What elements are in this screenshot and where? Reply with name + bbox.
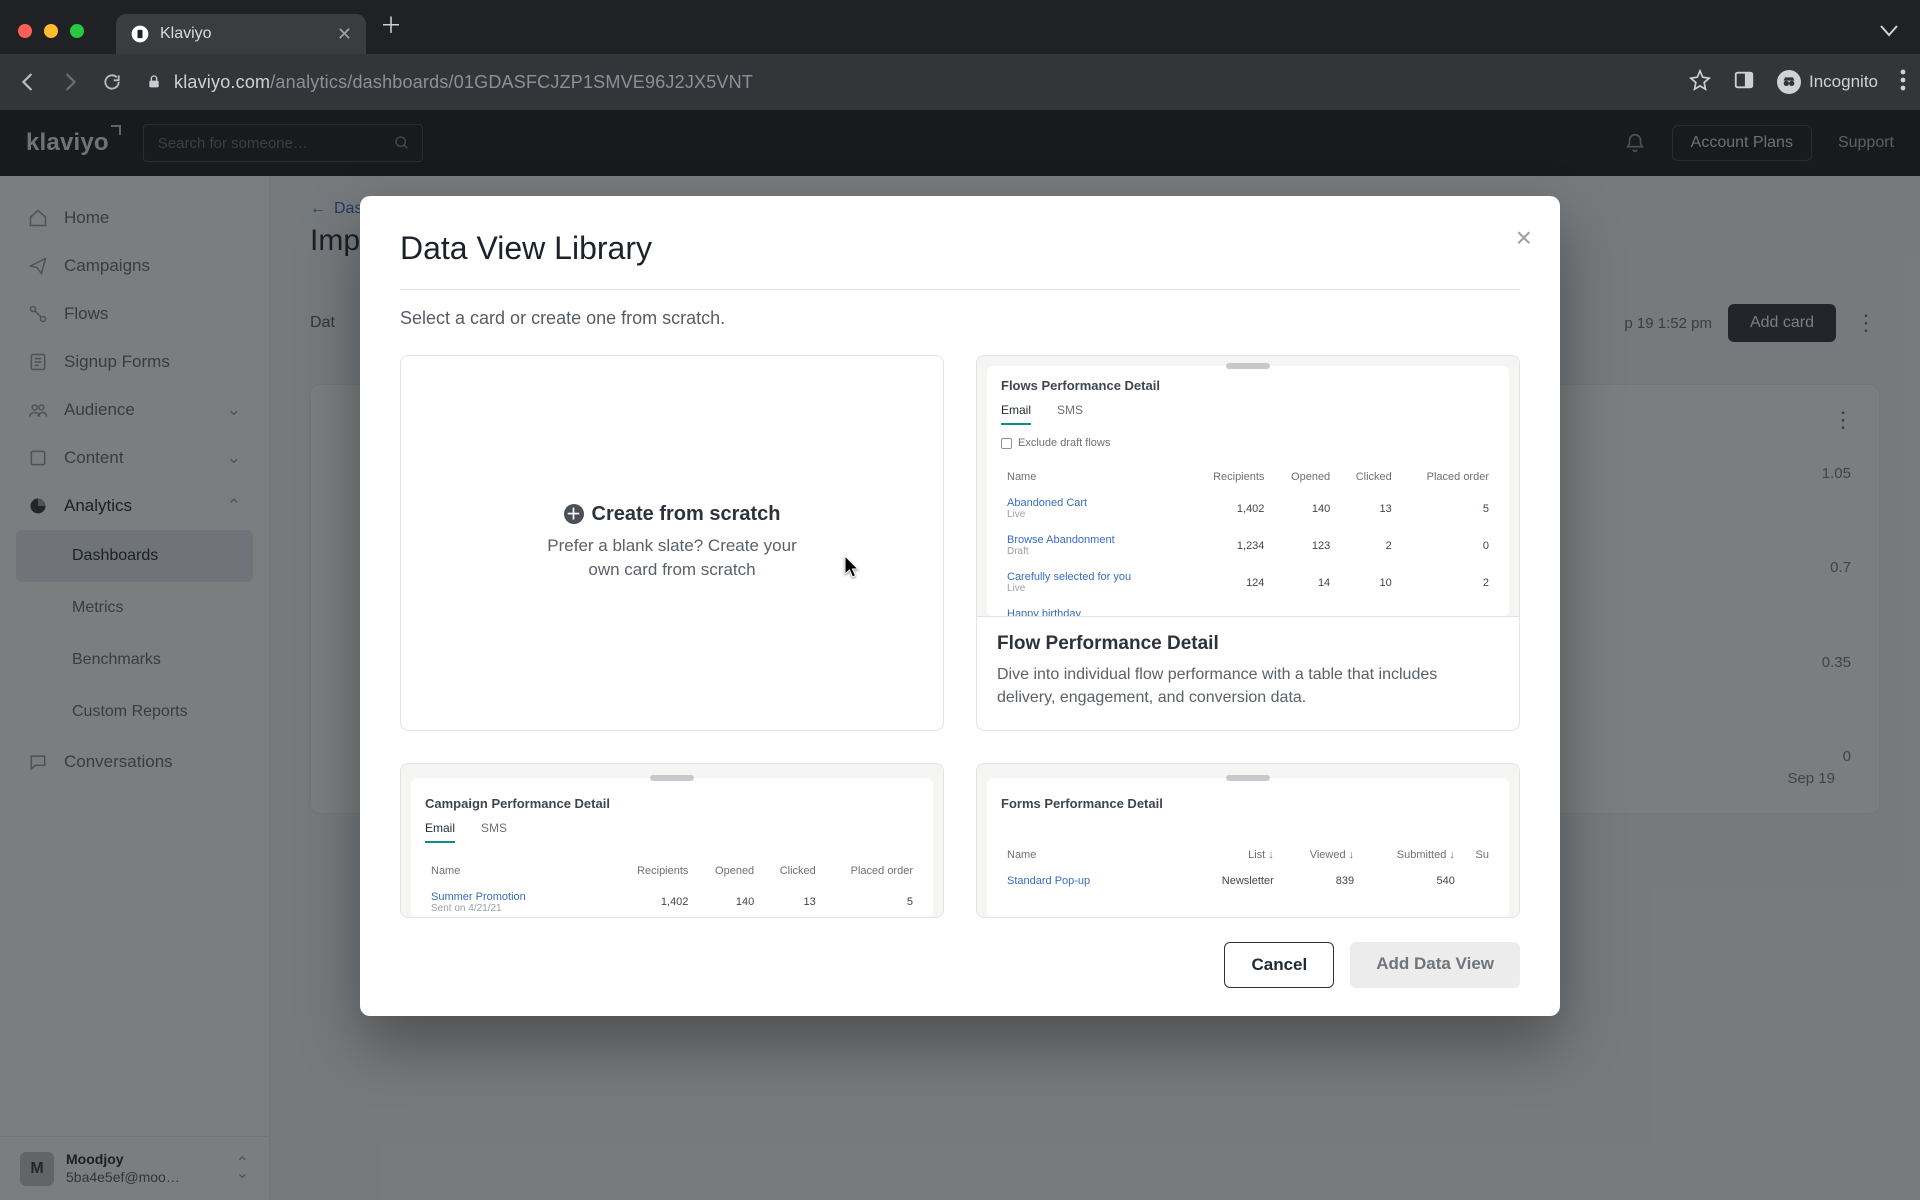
table-row: Browse AbandonmentDraft1,23412320 (1003, 528, 1493, 563)
table-row: Happy birthday (1003, 602, 1493, 616)
incognito-indicator[interactable]: Incognito (1777, 70, 1878, 94)
option-campaign-performance[interactable]: Campaign Performance Detail Email SMS Na… (400, 763, 944, 919)
option-forms-performance[interactable]: Forms Performance Detail Name List ↓ Vie… (976, 763, 1520, 919)
minimize-window-icon[interactable] (44, 24, 58, 38)
preview-tab-email: Email (1001, 403, 1031, 425)
option-preview: Campaign Performance Detail Email SMS Na… (401, 764, 943, 918)
preview-title: Forms Performance Detail (1001, 796, 1495, 811)
incognito-icon (1777, 70, 1801, 94)
preview-tab-sms: SMS (1057, 403, 1083, 425)
option-preview: Flows Performance Detail Email SMS Exclu… (977, 356, 1519, 616)
preview-tab-sms: SMS (481, 821, 507, 843)
divider (400, 289, 1520, 290)
close-tab-icon[interactable]: ✕ (337, 24, 352, 45)
tab-title: Klaviyo (160, 25, 212, 43)
reload-button[interactable] (98, 68, 126, 96)
browser-toolbar: klaviyo.com/analytics/dashboards/01GDASF… (0, 54, 1920, 110)
preview-table: Name List ↓ Viewed ↓ Submitted ↓ Su Stan… (1001, 841, 1495, 895)
browser-chrome: Klaviyo ✕ ＋ klaviyo.com/analytics/dashbo… (0, 0, 1920, 110)
preview-title: Flows Performance Detail (1001, 378, 1495, 393)
maximize-window-icon[interactable] (70, 24, 84, 38)
modal-subtitle: Select a card or create one from scratch… (400, 308, 1520, 329)
drag-handle-icon (1226, 363, 1270, 369)
tabs-collapse-icon[interactable] (1880, 24, 1898, 43)
option-flow-performance[interactable]: Flows Performance Detail Email SMS Exclu… (976, 355, 1520, 731)
add-data-view-button[interactable]: Add Data View (1350, 942, 1520, 988)
table-row: Standard Pop-upNewsletter839540 (1003, 869, 1493, 893)
new-tab-button[interactable]: ＋ (380, 8, 402, 40)
preview-title: Campaign Performance Detail (425, 796, 919, 811)
option-body: Prefer a blank slate? Create your own ca… (542, 534, 802, 583)
modal-overlay[interactable]: × Data View Library Select a card or cre… (0, 110, 1920, 1200)
drag-handle-icon (650, 775, 694, 781)
option-title: Flow Performance Detail (997, 633, 1499, 655)
checkbox-icon (1001, 438, 1012, 449)
bookmark-icon[interactable] (1689, 69, 1711, 96)
browser-menu-icon[interactable] (1900, 69, 1906, 96)
option-create-from-scratch[interactable]: ＋ Create from scratch Prefer a blank sla… (400, 355, 944, 731)
preview-checkbox: Exclude draft flows (1001, 437, 1495, 449)
table-row: Abandoned CartLive1,402140135 (1003, 491, 1493, 526)
tab-favicon-icon (130, 24, 150, 44)
option-preview: Forms Performance Detail Name List ↓ Vie… (977, 764, 1519, 918)
modal-title: Data View Library (400, 230, 1520, 267)
preview-table: Name Recipients Opened Clicked Placed or… (1001, 463, 1495, 616)
forward-button[interactable] (56, 68, 84, 96)
browser-tab-active[interactable]: Klaviyo ✕ (116, 14, 366, 54)
close-icon[interactable]: × (1516, 224, 1532, 252)
window-controls[interactable] (18, 24, 84, 38)
drag-handle-icon (1226, 775, 1270, 781)
option-title: Create from scratch (592, 503, 781, 526)
data-view-library-modal: × Data View Library Select a card or cre… (360, 196, 1560, 1016)
table-row: Carefully selected for youLive12414102 (1003, 565, 1493, 600)
option-blurb: Dive into individual flow performance wi… (997, 663, 1499, 709)
panel-icon[interactable] (1733, 69, 1755, 96)
lock-icon (146, 74, 162, 90)
url-text: klaviyo.com/analytics/dashboards/01GDASF… (174, 72, 753, 93)
close-window-icon[interactable] (18, 24, 32, 38)
browser-tabstrip: Klaviyo ✕ ＋ (0, 0, 1920, 54)
back-button[interactable] (14, 68, 42, 96)
address-bar[interactable]: klaviyo.com/analytics/dashboards/01GDASF… (146, 72, 753, 93)
preview-tab-email: Email (425, 821, 455, 843)
table-row: Summer PromotionSent on 4/21/211,4021401… (427, 885, 917, 918)
cancel-button[interactable]: Cancel (1224, 942, 1334, 988)
preview-table: Name Recipients Opened Clicked Placed or… (425, 857, 919, 918)
plus-circle-icon: ＋ (564, 504, 584, 524)
